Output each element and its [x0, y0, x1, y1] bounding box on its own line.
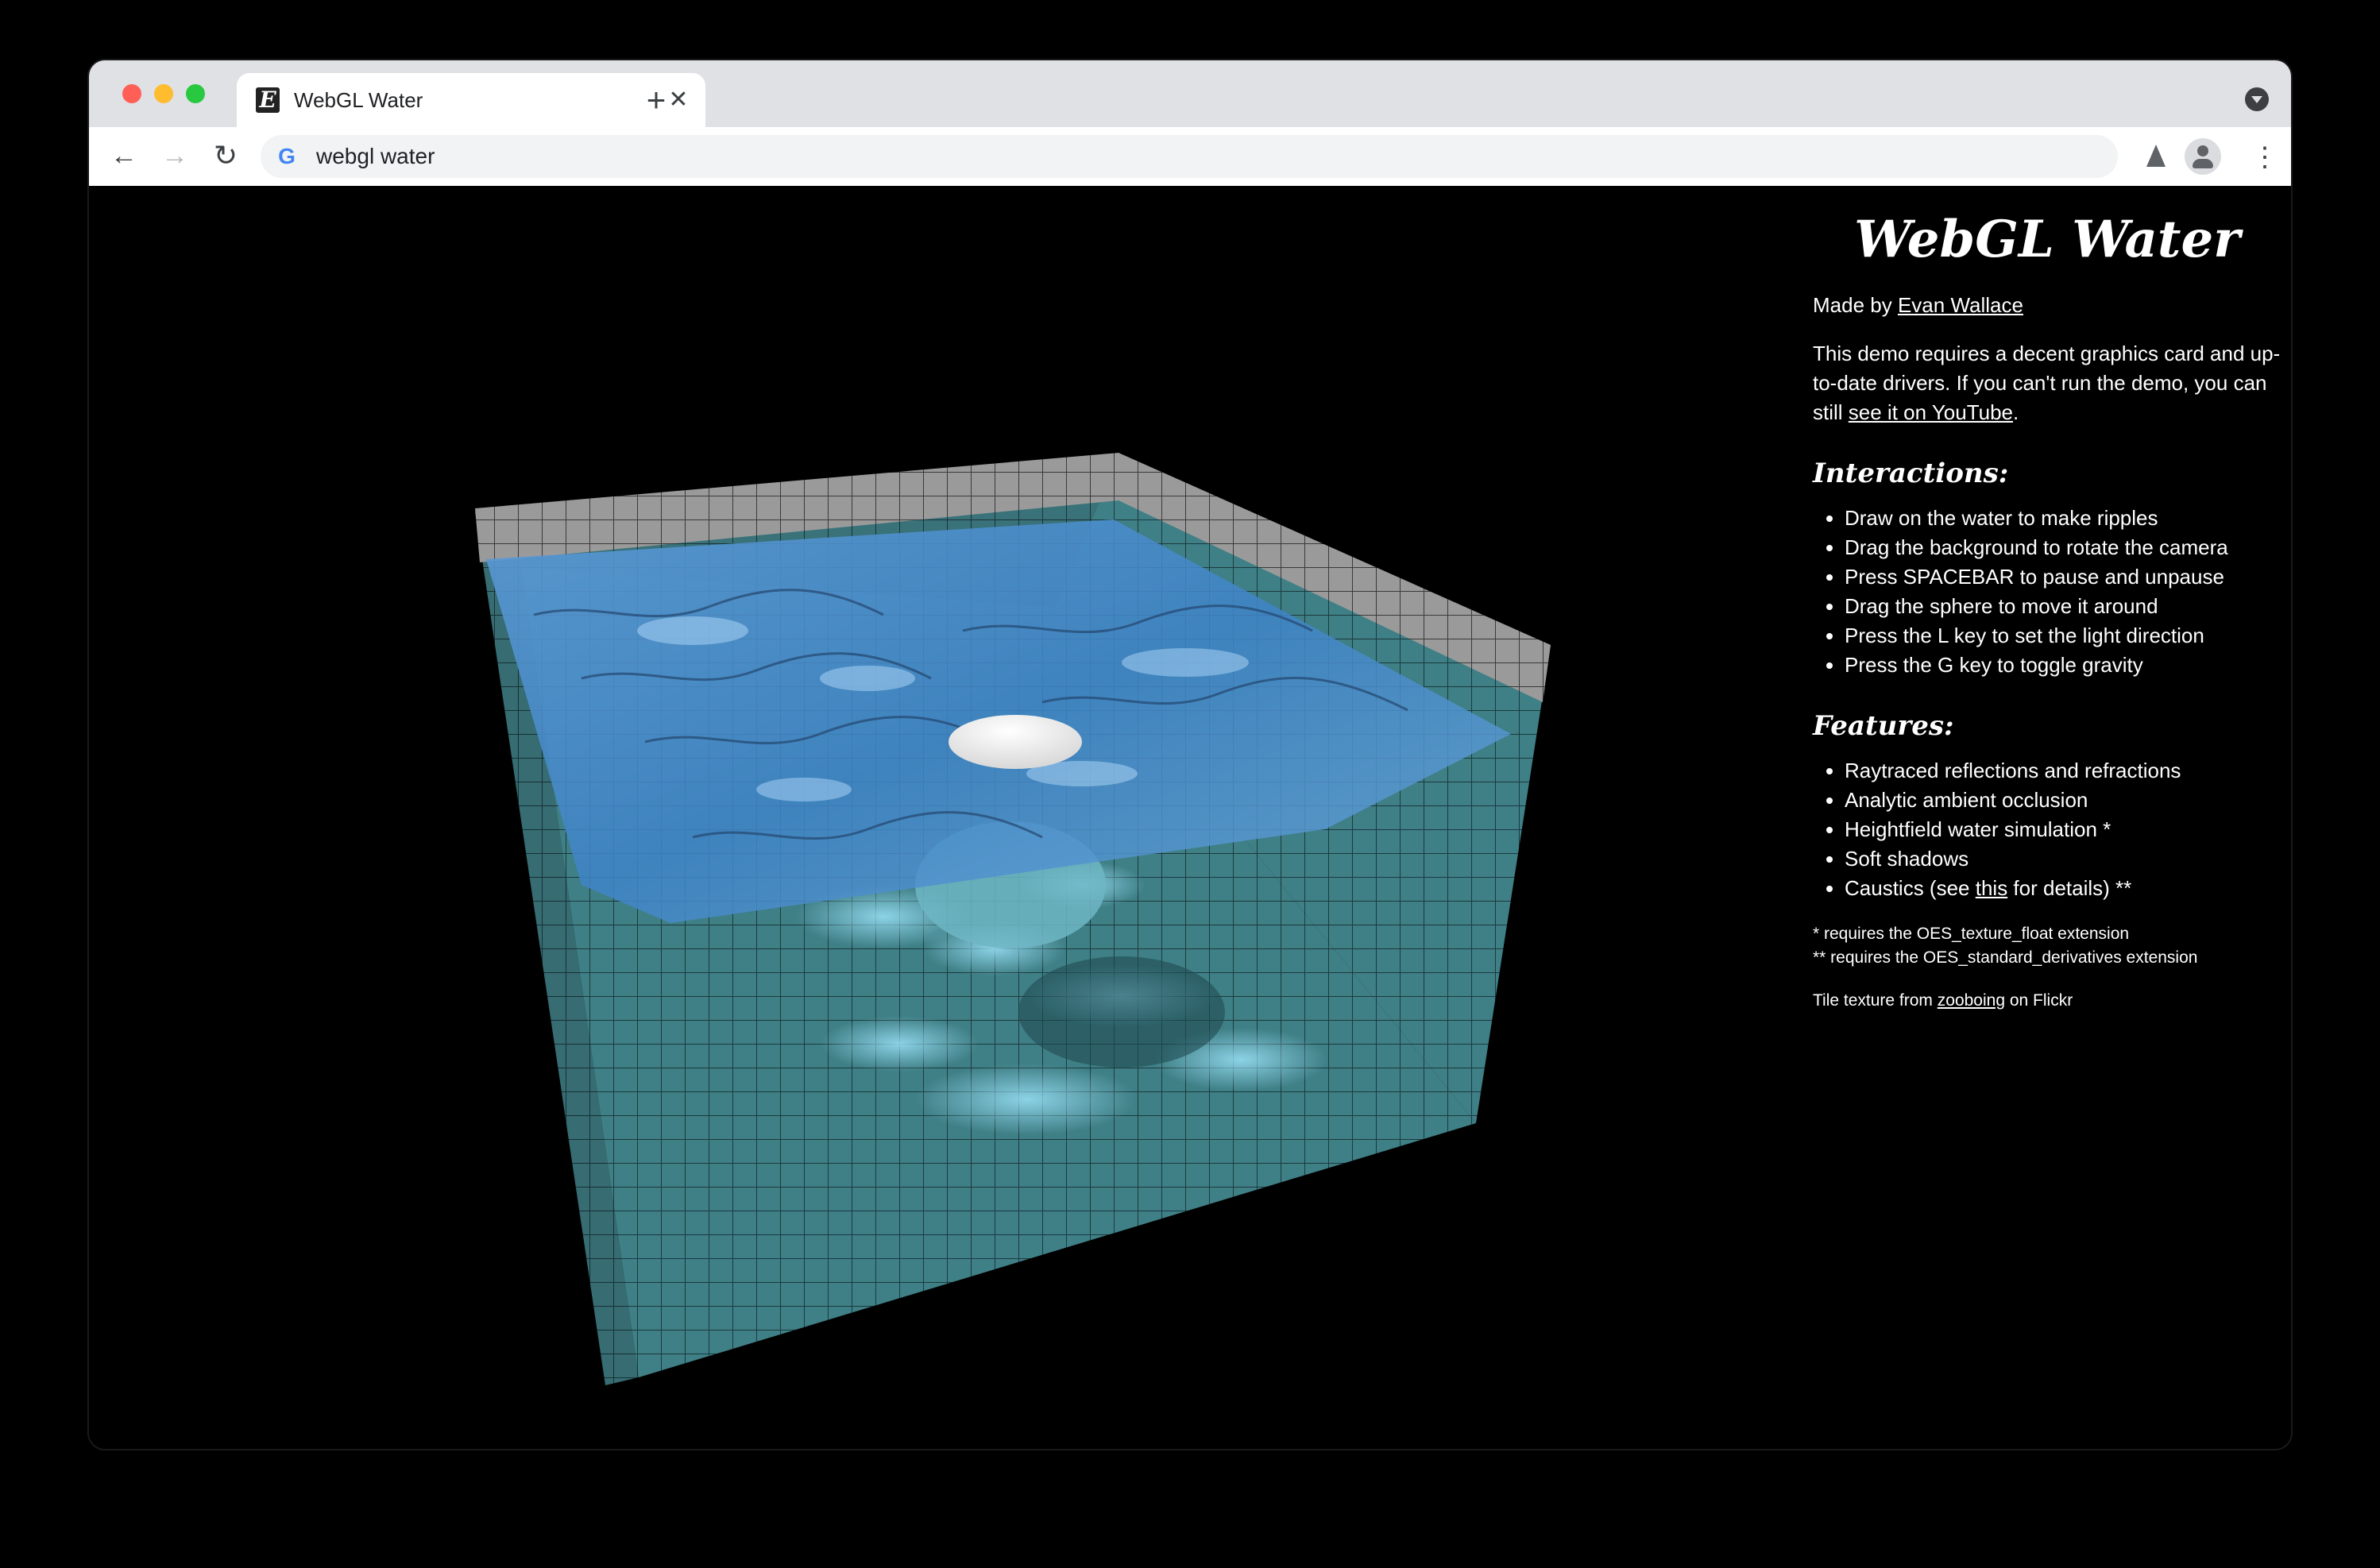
- labs-flask-icon[interactable]: [2140, 141, 2172, 173]
- info-panel: WebGL Water Made by Evan Wallace This de…: [1813, 186, 2281, 1013]
- intro-end: .: [2013, 400, 2019, 424]
- maximize-window-button[interactable]: [186, 84, 205, 103]
- list-item: Drag the background to rotate the camera: [1845, 533, 2281, 562]
- back-icon[interactable]: ←: [105, 137, 143, 175]
- list-item: Drag the sphere to move it around: [1845, 592, 2281, 621]
- google-icon: G: [278, 144, 296, 168]
- credit-line: Tile texture from zooboing on Flickr: [1813, 989, 2281, 1013]
- webgl-canvas[interactable]: [89, 186, 1805, 1449]
- list-item: Heightfield water simulation *: [1845, 815, 2281, 844]
- profile-icon[interactable]: [2185, 138, 2221, 175]
- list-item: Soft shadows: [1845, 844, 2281, 874]
- youtube-link[interactable]: see it on YouTube: [1849, 400, 2013, 424]
- footnotes: * requires the OES_texture_float extensi…: [1813, 922, 2281, 970]
- sphere[interactable]: [949, 715, 1082, 769]
- credit-prefix: Tile texture from: [1813, 991, 1938, 1010]
- tab-title: WebGL Water: [294, 88, 423, 112]
- list-item-caustics: Caustics (see this for details) **: [1845, 874, 2281, 903]
- list-item: Analytic ambient occlusion: [1845, 786, 2281, 815]
- footnote-2: ** requires the OES_standard_derivatives…: [1813, 948, 2198, 967]
- zooboing-link[interactable]: zooboing: [1938, 991, 2005, 1010]
- author-link[interactable]: Evan Wallace: [1898, 293, 2023, 317]
- made-by-line: Made by Evan Wallace: [1813, 291, 2281, 320]
- list-item: Press SPACEBAR to pause and unpause: [1845, 562, 2281, 592]
- caustics-link[interactable]: this: [1976, 876, 2007, 900]
- forward-icon[interactable]: →: [156, 137, 194, 175]
- reload-icon[interactable]: ↻: [207, 137, 245, 175]
- features-heading: Features:: [1813, 710, 1954, 742]
- menu-icon[interactable]: ⋮: [2251, 141, 2278, 173]
- intro-paragraph: This demo requires a decent graphics car…: [1813, 339, 2281, 427]
- list-item: Raytraced reflections and refractions: [1845, 756, 2281, 786]
- sphere-shadow: [1018, 956, 1225, 1068]
- interactions-list: Draw on the water to make ripples Drag t…: [1813, 504, 2281, 680]
- browser-window: E WebGL Water ✕ + ← → ↻ G webgl water ⋮: [89, 60, 2291, 1449]
- tab-strip: E WebGL Water ✕ +: [89, 60, 2291, 127]
- list-item: Press the G key to toggle gravity: [1845, 651, 2281, 680]
- caustics-suffix: for details) **: [2007, 876, 2132, 900]
- close-window-button[interactable]: [122, 84, 141, 103]
- caustics-prefix: Caustics (see: [1845, 876, 1976, 900]
- address-bar[interactable]: G webgl water: [261, 135, 2118, 178]
- address-text[interactable]: webgl water: [316, 144, 435, 169]
- footnote-1: * requires the OES_texture_float extensi…: [1813, 925, 2130, 943]
- interactions-heading: Interactions:: [1813, 458, 2009, 489]
- list-item: Press the L key to set the light directi…: [1845, 621, 2281, 651]
- made-by-label: Made by: [1813, 293, 1898, 317]
- tab-search-icon[interactable]: [2245, 87, 2269, 111]
- toolbar: ← → ↻ G webgl water ⋮: [89, 127, 2291, 187]
- new-tab-icon[interactable]: +: [636, 79, 677, 121]
- credit-suffix: on Flickr: [2005, 991, 2073, 1010]
- features-list: Raytraced reflections and refractions An…: [1813, 756, 2281, 903]
- favicon-icon: E: [256, 87, 280, 113]
- page-viewport: WebGL Water Made by Evan Wallace This de…: [89, 186, 2291, 1449]
- list-item: Draw on the water to make ripples: [1845, 504, 2281, 533]
- minimize-window-button[interactable]: [154, 84, 173, 103]
- page-title: WebGL Water: [1854, 210, 2240, 269]
